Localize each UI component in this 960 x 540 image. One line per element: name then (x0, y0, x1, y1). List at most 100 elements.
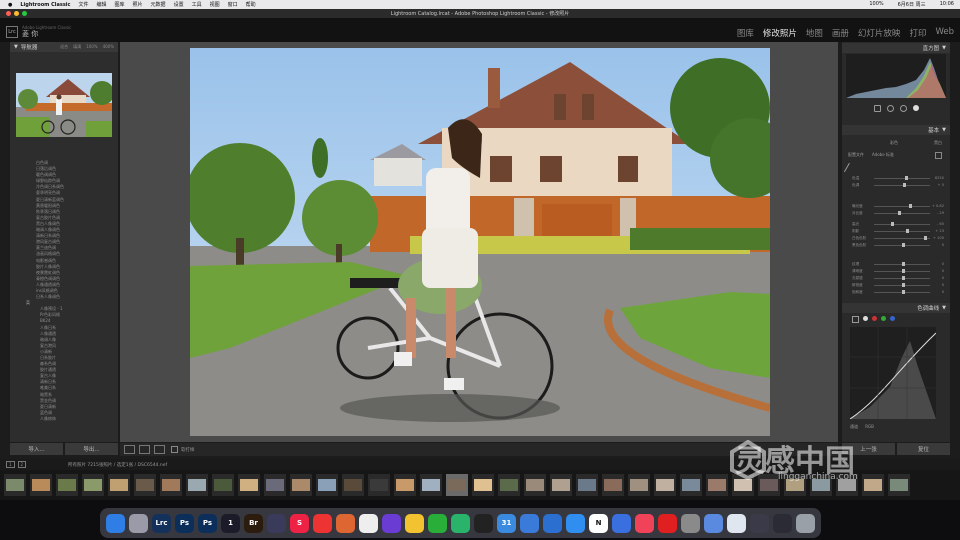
crop-tool-icon[interactable] (873, 104, 881, 112)
menu-window[interactable]: 窗口 (228, 1, 238, 8)
dock-app-screen-icon[interactable] (750, 513, 769, 533)
battery-status[interactable]: 100% (869, 1, 883, 8)
slider-knob[interactable] (902, 243, 905, 247)
filmstrip-thumbnail[interactable] (680, 474, 702, 496)
module-slideshow[interactable]: 幻灯片放映 (858, 27, 901, 39)
menu-settings[interactable]: 设置 (174, 1, 184, 8)
red-eye-icon[interactable] (899, 104, 907, 112)
dock-app-send-icon[interactable] (451, 513, 470, 533)
slider-track[interactable] (874, 178, 930, 179)
filmstrip-path[interactable]: 所有照片 7215张照片 / 选定1张 / DSC6544.nef (68, 462, 167, 468)
filmstrip-thumbnail[interactable] (368, 474, 390, 496)
zoom-400[interactable]: 400% (103, 44, 114, 50)
zoom-fill[interactable]: 填满 (73, 44, 81, 50)
dock-app-red-icon[interactable] (336, 513, 355, 533)
module-web[interactable]: Web (935, 27, 954, 39)
dock-wechat-icon[interactable] (428, 513, 447, 533)
collapse-triangle-icon[interactable]: ▼ (14, 44, 18, 50)
filmstrip-thumbnail[interactable] (82, 474, 104, 496)
slider-value[interactable]: 0 (942, 243, 944, 247)
dock-notion-icon[interactable]: N (589, 513, 608, 533)
main-photo[interactable] (190, 48, 770, 436)
basic-header[interactable]: 基本 ▼ (842, 125, 950, 135)
menu-file[interactable]: 文件 (78, 1, 88, 8)
navigator-header[interactable]: ▼ 导航器 适合 填满 100% 400% (10, 42, 118, 52)
filmstrip-thumbnail[interactable] (108, 474, 130, 496)
apple-icon[interactable]: ● (8, 2, 12, 8)
slider-value[interactable]: 6250 (935, 176, 944, 180)
dock-launchpad-icon[interactable] (129, 513, 148, 533)
filmstrip-thumbnail[interactable] (264, 474, 286, 496)
filmstrip-thumbnail[interactable] (524, 474, 546, 496)
filmstrip-thumbnail[interactable] (498, 474, 520, 496)
dock-app-screen-2-icon[interactable] (773, 513, 792, 533)
dock-app-grid-icon[interactable] (267, 513, 286, 533)
dock-photoshop-2-icon[interactable]: Ps (198, 513, 217, 533)
filmstrip-thumbnail[interactable] (576, 474, 598, 496)
filmstrip-thumbnail[interactable] (212, 474, 234, 496)
filmstrip-thumbnail[interactable] (134, 474, 156, 496)
dock-appstore-icon[interactable] (566, 513, 585, 533)
slider-knob[interactable] (902, 290, 905, 294)
slider-value[interactable]: - 65 (937, 222, 944, 226)
filmstrip-thumbnail[interactable] (602, 474, 624, 496)
menu-edit[interactable]: 编辑 (97, 1, 107, 8)
menu-tools[interactable]: 工具 (192, 1, 202, 8)
slider-knob[interactable] (902, 283, 905, 287)
slider-value[interactable]: 0 (942, 262, 944, 266)
collapse-triangle-icon[interactable]: ▼ (942, 127, 946, 133)
slider-value[interactable]: 0 (942, 290, 944, 294)
slider-knob[interactable] (902, 262, 905, 266)
collapse-triangle-icon[interactable]: ▼ (942, 45, 946, 51)
slider-knob[interactable] (902, 269, 905, 273)
filmstrip-thumbnail[interactable] (862, 474, 884, 496)
dock-app-gem-icon[interactable] (382, 513, 401, 533)
compare-icon[interactable] (154, 445, 165, 454)
before-after-icon[interactable] (139, 445, 150, 454)
curve-channel-select[interactable]: RGB (865, 424, 874, 429)
filmstrip-thumbnail[interactable] (628, 474, 650, 496)
slider-value[interactable]: 0 (942, 276, 944, 280)
menu-metadata[interactable]: 元数据 (151, 1, 166, 8)
filmstrip-thumbnail[interactable] (446, 474, 468, 496)
treatment-bw[interactable]: 黑白 (934, 140, 942, 146)
filmstrip-page-1[interactable]: 1 (6, 461, 15, 468)
filmstrip-page-2[interactable]: 2 (17, 461, 27, 468)
slider-value[interactable]: + 5 (938, 183, 944, 187)
filmstrip-thumbnail[interactable] (550, 474, 572, 496)
dock-photoshop-icon[interactable]: Ps (175, 513, 194, 533)
tone-curve-graph[interactable] (849, 327, 937, 420)
minimize-window-icon[interactable] (14, 11, 19, 16)
profile-dropdown[interactable]: Adobe 标准 (872, 152, 894, 158)
filmstrip-thumbnail[interactable] (238, 474, 260, 496)
slider-track[interactable] (874, 238, 930, 239)
filmstrip-thumbnail[interactable] (160, 474, 182, 496)
dock-app-bird-icon[interactable] (704, 513, 723, 533)
slider-knob[interactable] (890, 222, 894, 226)
zoom-fit[interactable]: 适合 (60, 44, 68, 50)
slider-knob[interactable] (908, 204, 912, 208)
module-book[interactable]: 画册 (832, 27, 849, 39)
dock-app-v-icon[interactable] (359, 513, 378, 533)
dock-app-31-icon[interactable]: 31 (497, 513, 516, 533)
menu-photo[interactable]: 照片 (133, 1, 143, 8)
menu-help[interactable]: 帮助 (246, 1, 256, 8)
dock-app-s-icon[interactable]: S (290, 513, 309, 533)
filmstrip-thumbnail[interactable] (706, 474, 728, 496)
dock-chrome-icon[interactable] (405, 513, 424, 533)
red-channel-icon[interactable] (872, 316, 877, 321)
zoom-window-icon[interactable] (22, 11, 27, 16)
filmstrip-thumbnail[interactable] (342, 474, 364, 496)
slider-value[interactable]: + 23 (935, 229, 944, 233)
tone-curve-header[interactable]: 色调曲线 ▼ (842, 303, 950, 313)
reset-button[interactable]: 复位 (897, 443, 950, 455)
filmstrip-thumbnail[interactable] (30, 474, 52, 496)
masking-icon[interactable] (912, 105, 919, 111)
close-window-icon[interactable] (6, 11, 11, 16)
collapse-triangle-icon[interactable]: ▼ (942, 305, 946, 311)
slider-value[interactable]: - 29 (937, 211, 944, 215)
filmstrip-thumbnail[interactable] (394, 474, 416, 496)
soft-proof-checkbox[interactable] (171, 446, 178, 453)
dock-netease-icon[interactable] (658, 513, 677, 533)
filmstrip-thumbnail[interactable] (420, 474, 442, 496)
